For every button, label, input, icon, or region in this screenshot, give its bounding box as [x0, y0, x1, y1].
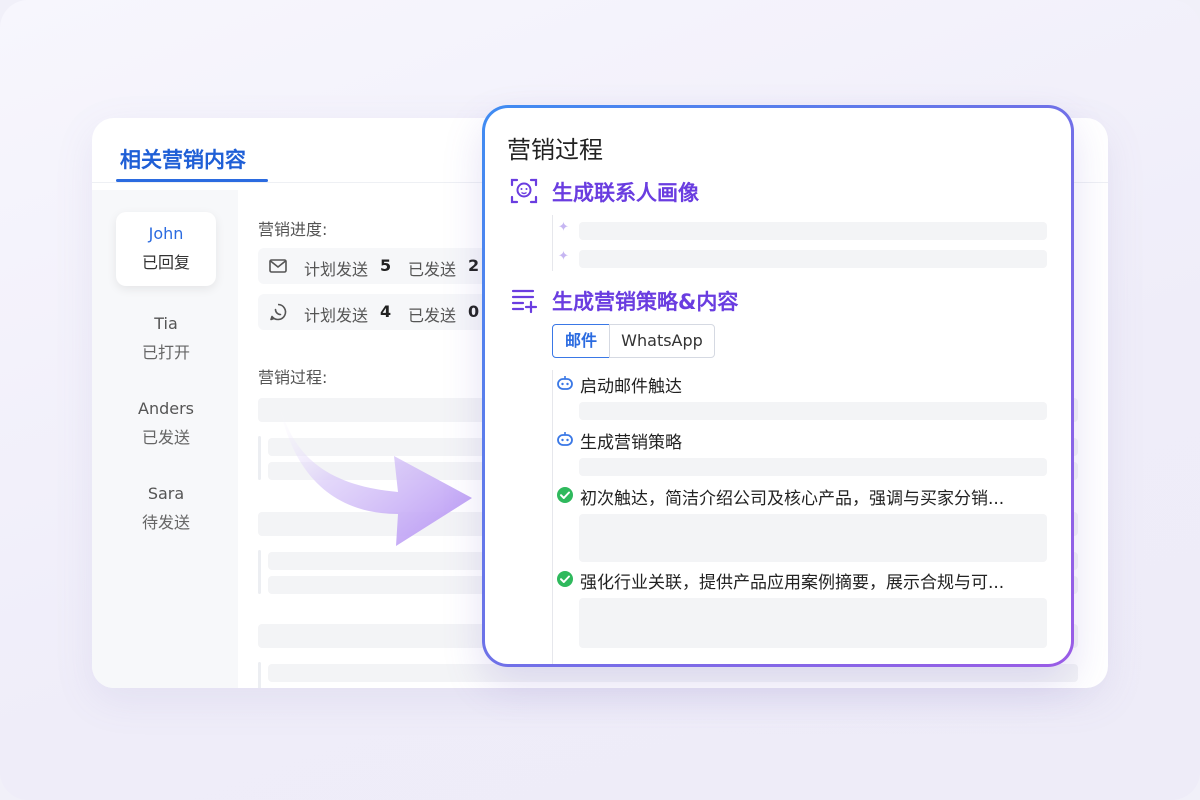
robot-icon: [557, 432, 573, 446]
sparkle-icon: ✦: [558, 220, 569, 235]
check-circle-icon: [557, 487, 573, 503]
step-text: 生成营销策略: [580, 433, 682, 453]
step-text: 强化行业关联，提供产品应用案例摘要，展示合规与可...: [580, 573, 1005, 593]
card-title: 相关营销内容: [120, 148, 246, 172]
planned-count: 5: [380, 256, 392, 275]
section-title-strategy: 生成营销策略&内容: [552, 290, 739, 314]
placeholder-bar: [579, 250, 1047, 268]
placeholder-bar: [579, 458, 1047, 476]
planned-label: 计划发送: [304, 306, 369, 325]
progress-label: 营销进度:: [258, 220, 328, 239]
contact-item-anders[interactable]: Anders 已发送: [116, 387, 216, 461]
placeholder-bar: [579, 222, 1047, 240]
tab-email[interactable]: 邮件: [552, 324, 610, 358]
list-add-icon: [511, 289, 538, 314]
sent-count: 0: [468, 302, 480, 321]
step-text: 初次触达，简洁介绍公司及核心产品，强调与买家分销...: [580, 489, 1005, 509]
contact-status: 已发送: [141, 428, 190, 447]
check-circle-icon: [557, 571, 573, 587]
contact-item-sara[interactable]: Sara 待发送: [116, 472, 216, 546]
contact-item-john[interactable]: John 已回复: [116, 212, 216, 286]
contact-status: 已回复: [141, 253, 190, 272]
sparkle-icon: ✦: [558, 249, 569, 264]
contact-item-tia[interactable]: Tia 已打开: [116, 302, 216, 376]
face-scan-icon: [510, 178, 538, 204]
sent-label: 已发送: [408, 306, 457, 325]
mail-icon: [269, 259, 287, 273]
planned-count: 4: [380, 302, 392, 321]
placeholder-bar: [579, 402, 1047, 420]
placeholder-line: [258, 662, 261, 688]
contact-status: 待发送: [141, 513, 190, 532]
contact-status: 已打开: [141, 343, 190, 362]
contact-sidebar: John 已回复 Tia 已打开 Anders 已发送 Sara 待发送: [92, 190, 238, 688]
timeline-line: [552, 215, 553, 271]
contact-name: Sara: [147, 484, 185, 503]
panel-title: 营销过程: [507, 136, 603, 164]
marketing-process-card: 营销过程 生成联系人画像 ✦ ✦ 生成营销策略&内容 邮件 WhatsApp 启…: [482, 105, 1074, 667]
step-text: 启动邮件触达: [580, 377, 682, 397]
planned-label: 计划发送: [304, 260, 369, 279]
timeline-line: [552, 370, 553, 664]
whatsapp-icon: [270, 303, 287, 321]
section-title-profile: 生成联系人画像: [552, 181, 699, 205]
placeholder-block: [579, 598, 1047, 648]
tab-whatsapp[interactable]: WhatsApp: [609, 324, 715, 358]
placeholder-block: [579, 514, 1047, 562]
transition-arrow-icon: [278, 398, 472, 546]
contact-name: Tia: [154, 314, 178, 333]
marketing-process-panel: 营销过程 生成联系人画像 ✦ ✦ 生成营销策略&内容 邮件 WhatsApp 启…: [485, 108, 1071, 664]
contact-name: John: [148, 224, 184, 243]
sent-label: 已发送: [408, 260, 457, 279]
sent-count: 2: [468, 256, 480, 275]
robot-icon: [557, 376, 573, 390]
contact-name: Anders: [138, 399, 194, 418]
